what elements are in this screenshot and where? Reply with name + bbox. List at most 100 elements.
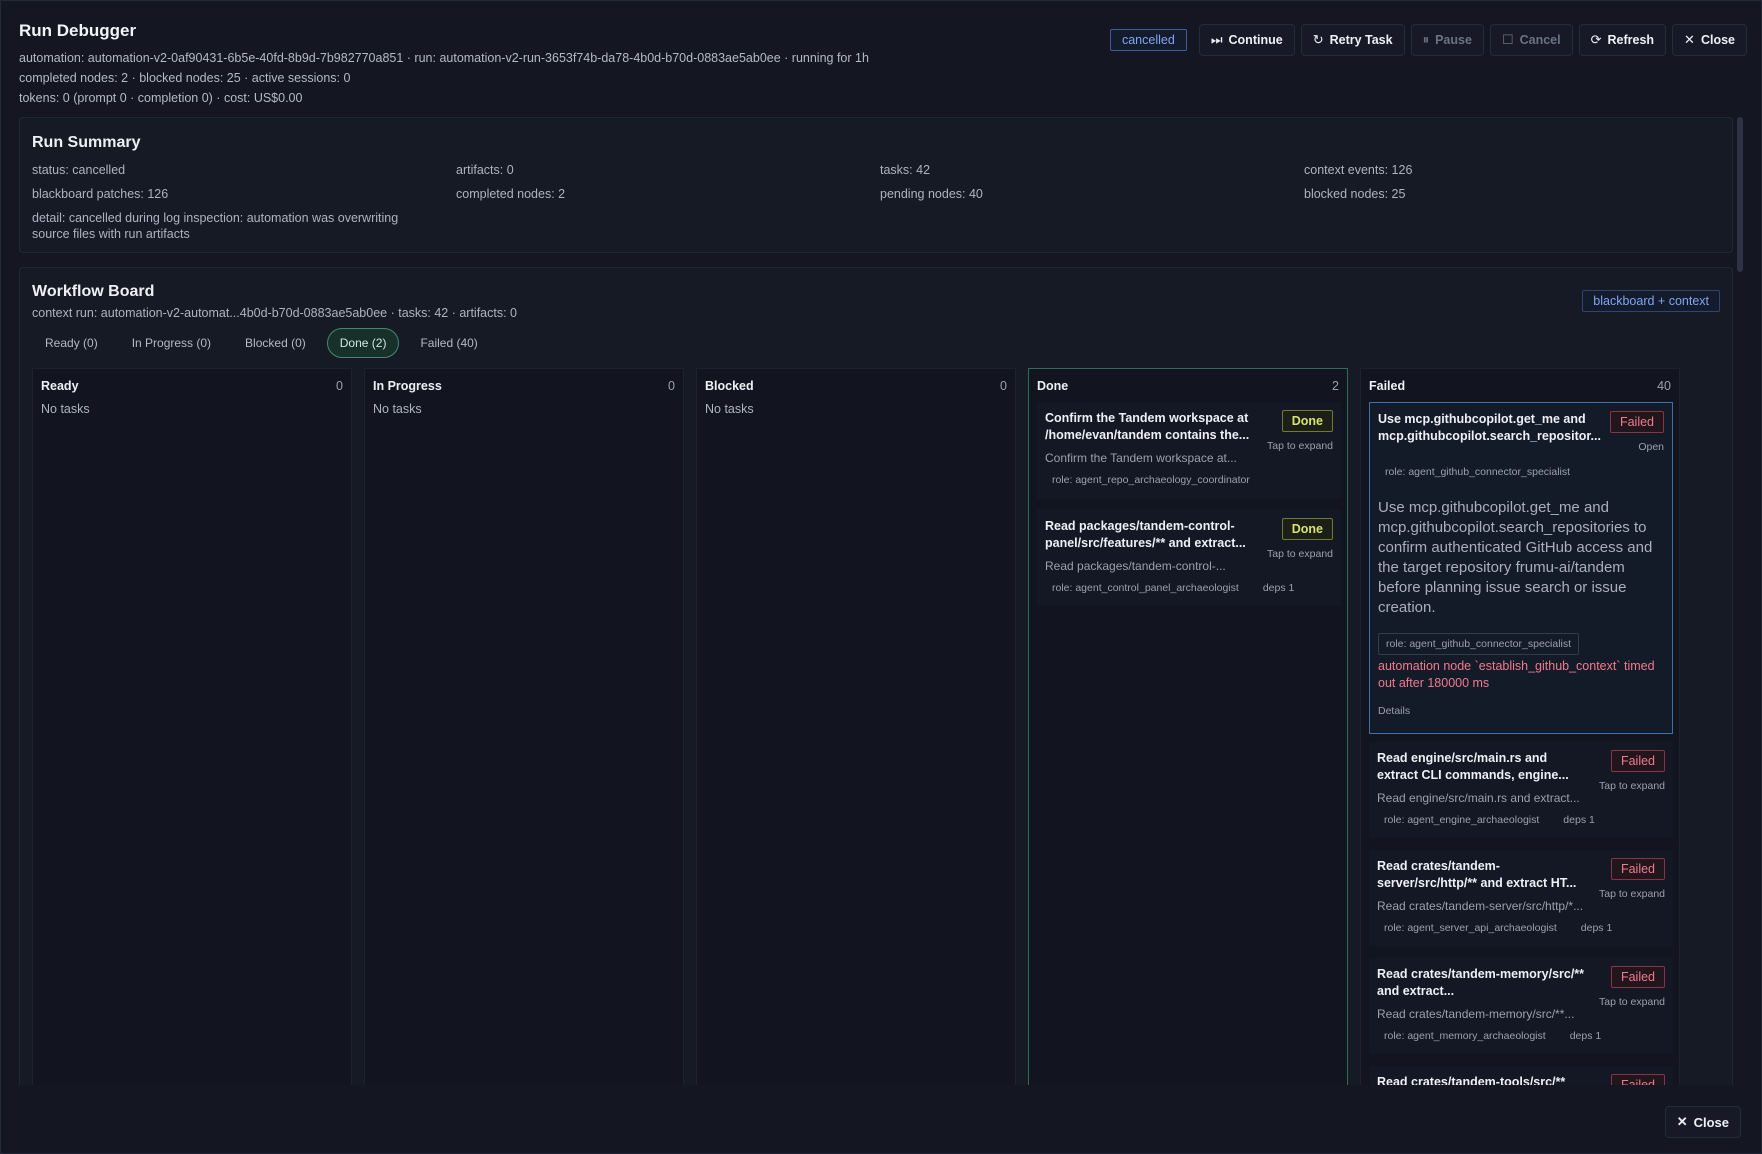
column-count: 2: [1332, 379, 1339, 393]
task-title: Confirm the Tandem workspace at /home/ev…: [1045, 411, 1250, 442]
run-ids-line: automation: automation-v2-0af90431-6b5e-…: [19, 51, 869, 65]
cancel-label: Cancel: [1519, 33, 1561, 47]
details-link[interactable]: Details: [1378, 705, 1410, 717]
token-cost-line: tokens: 0 (prompt 0 · completion 0) · co…: [19, 91, 303, 105]
task-description: Read packages/tandem-control-...: [1045, 559, 1226, 573]
summary-blocked-nodes: blocked nodes: 25: [1304, 187, 1406, 201]
task-title: Read crates/tandem-server/src/http/** an…: [1377, 859, 1577, 890]
task-card-expanded[interactable]: Use mcp.githubcopilot.get_me and mcp.git…: [1369, 402, 1673, 734]
task-card[interactable]: Confirm the Tandem workspace at /home/ev…: [1037, 402, 1341, 498]
task-deps: deps 1: [1262, 582, 1295, 594]
filter-failed[interactable]: Failed (40): [407, 328, 490, 358]
task-description: Read crates/tandem-memory/src/**...: [1377, 1007, 1575, 1021]
refresh-icon: ⟳: [1590, 32, 1602, 47]
task-description: Read engine/src/main.rs and extract...: [1377, 791, 1580, 805]
task-title: Read engine/src/main.rs and extract CLI …: [1377, 751, 1569, 782]
pause-label: Pause: [1435, 33, 1472, 47]
footer-close-label: Close: [1693, 1114, 1729, 1130]
task-meta: role: agent_repo_archaeology_coordinator: [1045, 472, 1257, 488]
task-title: Read crates/tandem-memory/src/** and ext…: [1377, 967, 1585, 998]
debugger-content[interactable]: Run Summary status: cancelled artifacts:…: [19, 117, 1733, 1085]
task-card[interactable]: Read crates/tandem-server/src/http/** an…: [1369, 850, 1673, 946]
status-badge: Done: [1281, 410, 1333, 432]
workflow-board-subtitle: context run: automation-v2-automat...4b0…: [32, 306, 518, 320]
blackboard-context-button[interactable]: blackboard + context: [1582, 290, 1720, 312]
filter-in-progress[interactable]: In Progress (0): [119, 328, 224, 358]
column-count: 40: [1657, 379, 1671, 393]
task-role: role: agent_engine_archaeologist: [1384, 814, 1540, 826]
task-meta: role: agent_control_panel_archaeologist …: [1045, 580, 1301, 596]
skip-forward-icon: ⏭: [1210, 32, 1223, 47]
summary-context-events: context events: 126: [1304, 163, 1413, 177]
column-title: Failed: [1369, 379, 1406, 393]
task-deps: deps 1: [1569, 1030, 1602, 1042]
filter-ready[interactable]: Ready (0): [32, 328, 111, 358]
task-deps: deps 1: [1580, 922, 1613, 934]
continue-button[interactable]: ⏭ Continue: [1198, 24, 1295, 56]
summary-pending-nodes: pending nodes: 40: [880, 187, 983, 201]
status-badge: Failed: [1610, 1074, 1665, 1085]
retry-task-button[interactable]: ↻ Retry Task: [1300, 24, 1405, 56]
task-title: Read packages/tandem-control-panel/src/f…: [1045, 519, 1246, 550]
task-description: Confirm the Tandem workspace at...: [1045, 451, 1237, 465]
empty-state: No tasks: [373, 402, 422, 416]
column-done: Done 2 Confirm the Tandem workspace at /…: [1028, 368, 1348, 1085]
pause-icon: ⏸: [1422, 32, 1430, 47]
column-title: In Progress: [373, 379, 442, 393]
cancel-button[interactable]: ☐ Cancel: [1489, 24, 1573, 56]
header-actions: cancelled ⏭ Continue ↻ Retry Task ⏸ Paus…: [1109, 24, 1747, 56]
task-role-chip: role: agent_github_connector_specialist: [1378, 633, 1580, 655]
task-title: Use mcp.githubcopilot.get_me and mcp.git…: [1378, 412, 1601, 443]
task-card[interactable]: Read crates/tandem-tools/src/** Failed: [1369, 1066, 1673, 1085]
column-count: 0: [336, 379, 343, 393]
board-filter-tabs: Ready (0) In Progress (0) Blocked (0) Do…: [32, 328, 491, 358]
column-in-progress: In Progress 0 No tasks: [364, 368, 684, 1085]
workflow-board-title: Workflow Board: [32, 283, 155, 300]
status-badge: Done: [1281, 518, 1333, 540]
task-title: Read crates/tandem-tools/src/**: [1377, 1075, 1566, 1085]
column-title: Blocked: [705, 379, 754, 393]
task-card[interactable]: Read crates/tandem-memory/src/** and ext…: [1369, 958, 1673, 1054]
summary-detail: detail: cancelled during log inspection:…: [32, 211, 399, 241]
status-badge: cancelled: [1109, 29, 1187, 51]
status-badge: Failed: [1609, 411, 1664, 433]
column-title: Ready: [41, 379, 79, 393]
pause-button[interactable]: ⏸ Pause: [1410, 24, 1484, 56]
column-blocked: Blocked 0 No tasks: [696, 368, 1016, 1085]
open-link[interactable]: Open: [1638, 441, 1664, 453]
run-debugger-modal: Run Debugger automation: automation-v2-0…: [0, 0, 1762, 1154]
task-card[interactable]: Read engine/src/main.rs and extract CLI …: [1369, 742, 1673, 838]
close-button[interactable]: ✕ Close: [1672, 24, 1747, 56]
task-meta: role: agent_server_api_archaeologist dep…: [1377, 920, 1619, 936]
refresh-label: Refresh: [1607, 33, 1655, 47]
task-full-description: Use mcp.githubcopilot.get_me and mcp.git…: [1378, 499, 1653, 616]
square-icon: ☐: [1501, 32, 1514, 47]
summary-status: status: cancelled: [32, 163, 126, 177]
tap-to-expand: Tap to expand: [1599, 888, 1665, 900]
empty-state: No tasks: [705, 402, 754, 416]
filter-blocked[interactable]: Blocked (0): [232, 328, 319, 358]
task-card[interactable]: Read packages/tandem-control-panel/src/f…: [1037, 510, 1341, 606]
tap-to-expand: Tap to expand: [1267, 548, 1333, 560]
column-count: 0: [668, 379, 675, 393]
summary-artifacts: artifacts: 0: [456, 163, 514, 177]
vertical-scrollbar[interactable]: [1737, 117, 1743, 272]
task-role: role: agent_github_connector_specialist: [1385, 466, 1571, 478]
status-badge: Failed: [1610, 750, 1665, 772]
task-meta: role: agent_memory_archaeologist deps 1: [1377, 1028, 1608, 1044]
empty-state: No tasks: [41, 402, 90, 416]
continue-label: Continue: [1228, 33, 1283, 47]
x-icon: ✕: [1676, 1114, 1688, 1129]
tap-to-expand: Tap to expand: [1267, 440, 1333, 452]
tap-to-expand: Tap to expand: [1599, 780, 1665, 792]
filter-done[interactable]: Done (2): [326, 328, 400, 358]
status-badge: Failed: [1610, 966, 1665, 988]
footer-close-button[interactable]: ✕ Close: [1664, 1106, 1741, 1138]
refresh-button[interactable]: ⟳ Refresh: [1578, 24, 1667, 56]
column-failed: Failed 40 Use mcp.githubcopilot.get_me a…: [1360, 368, 1680, 1085]
summary-tasks: tasks: 42: [880, 163, 931, 177]
close-label: Close: [1700, 33, 1735, 47]
workflow-board-card: Workflow Board context run: automation-v…: [19, 267, 1733, 1085]
column-count: 0: [1000, 379, 1007, 393]
tap-to-expand: Tap to expand: [1599, 996, 1665, 1008]
